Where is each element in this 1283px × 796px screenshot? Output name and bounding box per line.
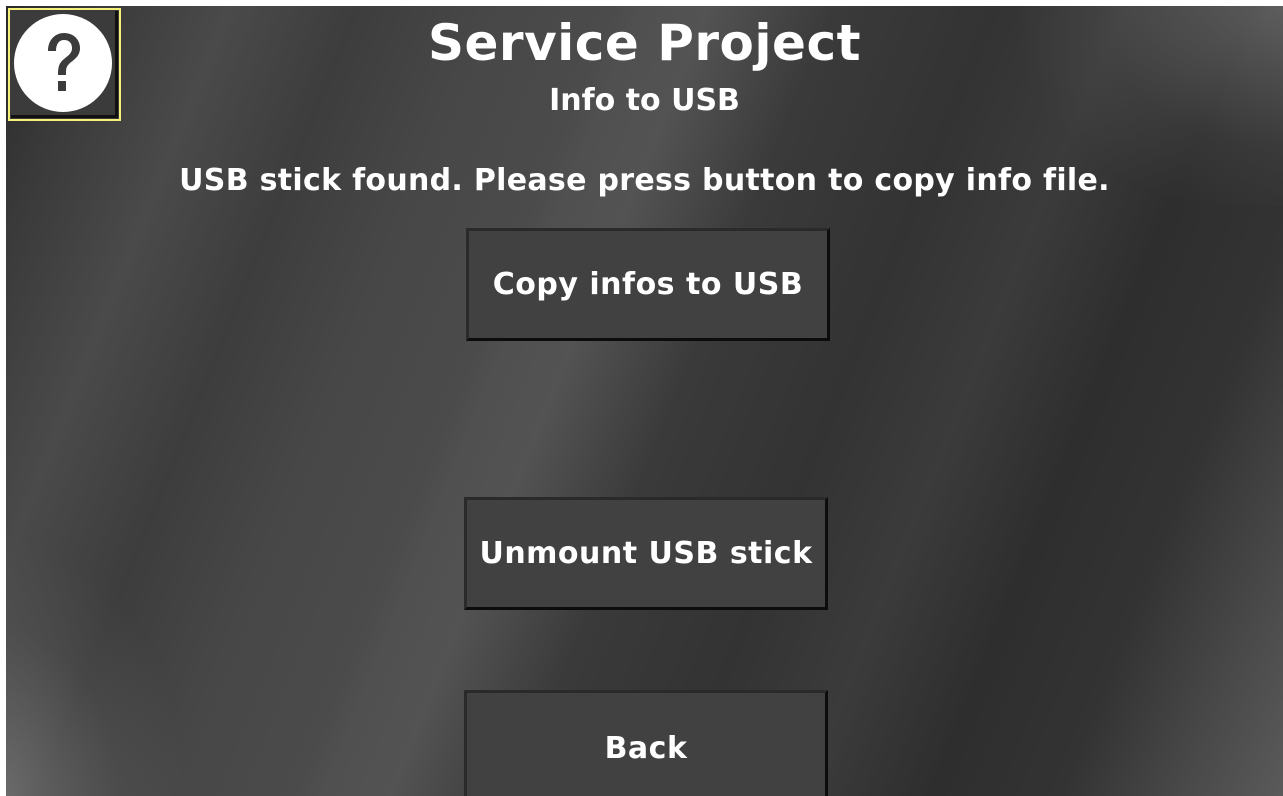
back-label: Back xyxy=(604,730,688,766)
page-subtitle: Info to USB xyxy=(549,83,740,118)
back-button[interactable]: Back xyxy=(464,690,828,796)
service-screen: Service Project Info to USB USB stick fo… xyxy=(6,6,1283,796)
page-title: Service Project xyxy=(427,14,861,72)
status-message: USB stick found. Please press button to … xyxy=(179,163,1110,198)
unmount-usb-stick-button[interactable]: Unmount USB stick xyxy=(464,497,828,610)
unmount-usb-stick-label: Unmount USB stick xyxy=(479,536,813,571)
help-button-face xyxy=(11,11,118,118)
help-button[interactable] xyxy=(8,8,121,121)
copy-infos-to-usb-button[interactable]: Copy infos to USB xyxy=(466,228,830,341)
copy-infos-to-usb-label: Copy infos to USB xyxy=(492,267,804,302)
help-question-icon xyxy=(14,14,112,112)
